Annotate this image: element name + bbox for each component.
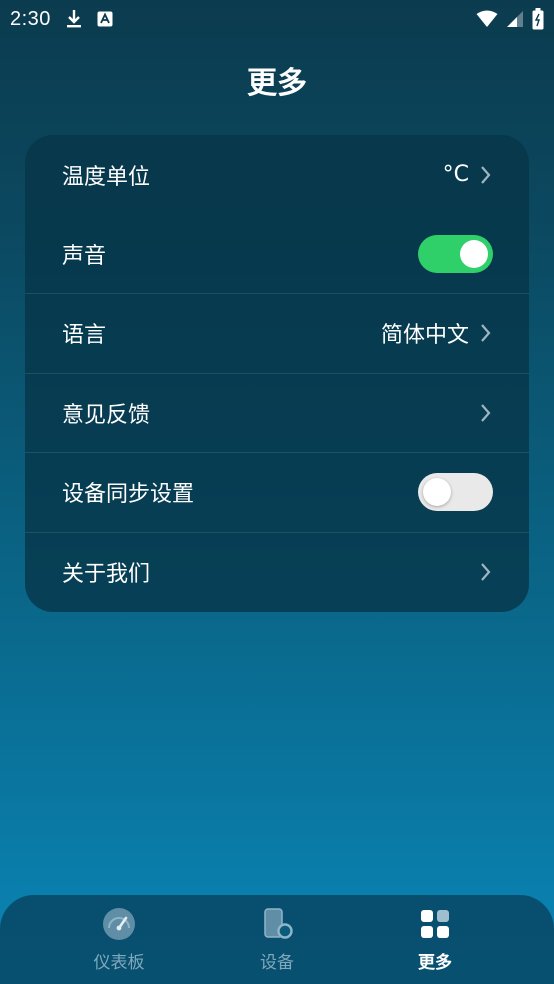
nav-item-more[interactable]: 更多 bbox=[370, 906, 500, 973]
language-label: 语言 bbox=[62, 323, 107, 349]
nav-label-more: 更多 bbox=[418, 953, 452, 973]
device-sync-toggle[interactable] bbox=[418, 473, 493, 512]
sound-row: 声音 bbox=[25, 215, 529, 294]
temperature-unit-value: °C bbox=[442, 162, 469, 188]
sound-toggle[interactable] bbox=[418, 234, 493, 273]
nav-label-dashboard: 仪表板 bbox=[93, 953, 145, 973]
about-label: 关于我们 bbox=[62, 562, 151, 588]
toggle-knob bbox=[423, 478, 451, 507]
bottom-nav: 仪表板 设备 更多 bbox=[0, 895, 554, 984]
nav-item-dashboard[interactable]: 仪表板 bbox=[54, 906, 184, 973]
nav-label-device: 设备 bbox=[260, 953, 294, 973]
temperature-unit-right: °C bbox=[443, 162, 493, 187]
language-value: 简体中文 bbox=[380, 323, 469, 349]
sound-label: 声音 bbox=[62, 243, 107, 269]
chevron-right-icon bbox=[479, 164, 493, 186]
feedback-label: 意见反馈 bbox=[62, 402, 151, 428]
device-sync-label: 设备同步设置 bbox=[62, 482, 195, 508]
signal-icon bbox=[506, 10, 524, 28]
temperature-unit-label: 温度单位 bbox=[62, 164, 151, 190]
download-icon bbox=[65, 9, 83, 29]
language-right: 简体中文 bbox=[381, 317, 493, 349]
chevron-right-icon bbox=[479, 561, 493, 583]
page-title: 更多 bbox=[247, 66, 307, 101]
chevron-right-icon bbox=[479, 402, 493, 424]
font-icon bbox=[97, 11, 113, 27]
status-bar: 2:30 bbox=[0, 0, 554, 38]
toggle-knob bbox=[460, 239, 488, 268]
device-sync-row: 设备同步设置 bbox=[25, 453, 529, 533]
dashboard-icon bbox=[101, 906, 137, 942]
wifi-icon bbox=[476, 10, 498, 28]
chevron-right-icon bbox=[479, 322, 493, 344]
settings-card: 温度单位 °C 声音 语言 简体中文 意见反馈 设备同步设置 关于我们 bbox=[25, 135, 529, 612]
about-row[interactable]: 关于我们 bbox=[25, 533, 529, 613]
status-time: 2:30 bbox=[10, 7, 51, 30]
status-right bbox=[476, 8, 544, 30]
status-left: 2:30 bbox=[10, 8, 113, 31]
language-row[interactable]: 语言 简体中文 bbox=[25, 294, 529, 374]
nav-item-device[interactable]: 设备 bbox=[212, 906, 342, 973]
device-icon bbox=[259, 906, 295, 942]
battery-icon bbox=[532, 8, 544, 30]
temperature-unit-row[interactable]: 温度单位 °C bbox=[25, 135, 529, 215]
grid-icon bbox=[417, 906, 453, 942]
feedback-row[interactable]: 意见反馈 bbox=[25, 374, 529, 453]
